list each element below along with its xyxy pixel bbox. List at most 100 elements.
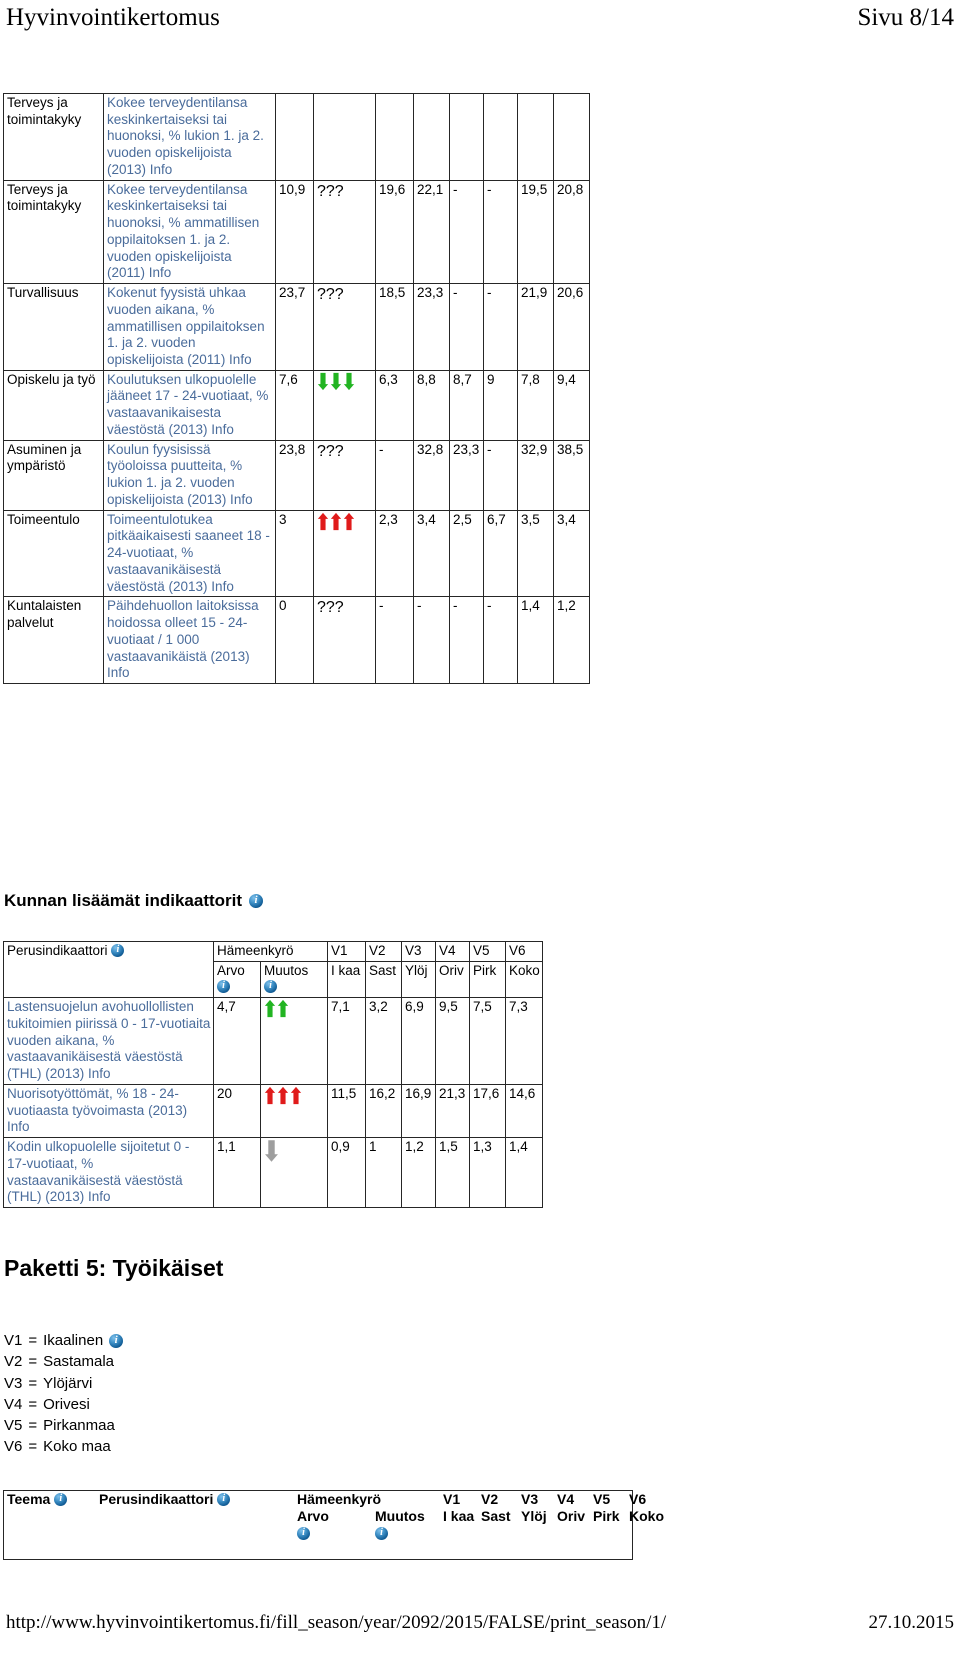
cell-v3: 2,5 — [449, 509, 484, 598]
cell-arvo: 10,9 — [275, 179, 314, 285]
cell-muutos: ??? — [313, 439, 376, 511]
cell-v3: - — [449, 179, 484, 285]
cell-arvo — [275, 93, 314, 181]
cell-v1: 0,9 — [327, 1137, 366, 1209]
legend-item: V2 = Sastamala — [4, 1351, 123, 1372]
cell-teema: Asuminen ja ympäristö — [3, 439, 104, 511]
cell-v4: - — [483, 439, 518, 511]
info-icon[interactable] — [264, 979, 277, 994]
table-row: Turvallisuus Kokenut fyysistä uhkaa vuod… — [3, 283, 590, 371]
header-v4-code: V4 — [435, 941, 470, 962]
cell-indikaattori[interactable]: Nuorisotyöttömät, % 18 - 24-vuotiaasta t… — [3, 1083, 214, 1139]
info-icon[interactable] — [217, 979, 230, 994]
cell-indikaattori[interactable]: Kokee terveydentilansa keskinkertaiseksi… — [103, 179, 276, 285]
cell-v6: 7,3 — [505, 997, 543, 1085]
cell-arvo: 7,6 — [275, 369, 314, 441]
header-perusindikaattori-label: Perusindikaattori — [99, 1491, 214, 1507]
cell-v5: 19,5 — [517, 179, 554, 285]
cell-v2: 16,2 — [365, 1083, 402, 1139]
header-muutos-label: Muutos — [375, 1507, 425, 1524]
cell-teema: Toimeentulo — [3, 509, 104, 598]
info-icon[interactable] — [111, 943, 125, 957]
info-icon[interactable] — [109, 1333, 124, 1348]
cell-v5: 17,6 — [469, 1083, 506, 1139]
indicator-table-1-wrap: Terveys ja toimintakyky Kokee terveydent… — [3, 93, 590, 684]
table-row: Kodin ulkopuolelle sijoitetut 0 - 17-vuo… — [3, 1137, 543, 1209]
header-v4-name: Oriv — [435, 960, 470, 999]
info-icon[interactable] — [249, 893, 264, 908]
footer-url: http://www.hyvinvointikertomus.fi/fill_s… — [6, 1612, 667, 1633]
info-icon[interactable] — [217, 1492, 231, 1506]
table-row: Terveys ja toimintakyky Kokee terveydent… — [3, 179, 590, 285]
legend-code: V2 — [4, 1353, 23, 1371]
legend-item: V3 = Ylöjärvi — [4, 1373, 123, 1394]
indicator-table-1-body: Terveys ja toimintakyky Kokee terveydent… — [3, 93, 590, 684]
header-teema: Teema — [4, 1491, 96, 1541]
cell-teema: Turvallisuus — [3, 283, 104, 371]
cell-v6: 9,4 — [553, 369, 590, 441]
cell-indikaattori[interactable]: Koulun fyysisissä työoloissa puutteita, … — [103, 439, 276, 511]
header-municipality: Hämeenkyrö — [297, 1491, 382, 1507]
info-icon[interactable] — [375, 1526, 388, 1540]
cell-v5: 7,8 — [517, 369, 554, 441]
cell-indikaattori[interactable]: Lastensuojelun avohuollollisten tukitoim… — [3, 997, 214, 1085]
header-perusindikaattori: Perusindikaattori — [3, 940, 214, 999]
cell-v5: 3,5 — [517, 509, 554, 598]
info-icon[interactable] — [297, 1526, 310, 1540]
header-v6-code: V6 — [629, 1491, 647, 1507]
cell-indikaattori[interactable]: Kokee terveydentilansa keskinkertaiseksi… — [103, 93, 276, 181]
cell-v6: 38,5 — [553, 439, 590, 511]
running-head: Hyvinvointikertomus Sivu 8/14 — [0, 4, 960, 32]
header-muutos: Muutos — [260, 960, 328, 999]
cell-v2: 1 — [365, 1137, 402, 1209]
header-arvo-label: Arvo — [217, 962, 245, 978]
cell-v1: 19,6 — [375, 179, 414, 285]
legend-equals: = — [28, 1438, 38, 1456]
header-v2-name: Sast — [365, 960, 402, 999]
cell-muutos — [313, 509, 376, 598]
trend-arrows-down-gray — [264, 1139, 279, 1163]
cell-v4: - — [483, 283, 518, 371]
table-header-row-top: Perusindikaattori Hämeenkyrö V1 V2 V3 V4… — [3, 940, 543, 999]
info-icon[interactable] — [54, 1492, 68, 1506]
legend-name: Pirkanmaa — [43, 1417, 115, 1435]
indicator-table-3: Teema Perusindikaattori Hämeenkyrö V1 V2… — [4, 1491, 664, 1541]
legend-equals: = — [28, 1332, 38, 1349]
header-v1-code: V1 — [327, 941, 366, 962]
cell-teema: Opiskelu ja työ — [3, 369, 104, 441]
legend-name: Ikaalinen — [43, 1332, 104, 1349]
cell-teema: Kuntalaisten palvelut — [3, 596, 104, 684]
indicator-table-1: Terveys ja toimintakyky Kokee terveydent… — [3, 93, 590, 684]
cell-indikaattori[interactable]: Kokenut fyysistä uhkaa vuoden aikana, % … — [103, 283, 276, 371]
cell-indikaattori[interactable]: Koulutuksen ulkopuolelle jääneet 17 - 24… — [103, 369, 276, 441]
cell-muutos: ??? — [313, 179, 376, 285]
cell-indikaattori[interactable]: Toimeentulotukea pitkäaikaisesti saaneet… — [103, 509, 276, 598]
section-title-text: Kunnan lisäämät indikaattorit — [4, 891, 243, 910]
cell-indikaattori[interactable]: Kodin ulkopuolelle sijoitetut 0 - 17-vuo… — [3, 1137, 214, 1209]
cell-muutos — [313, 93, 376, 181]
legend-code: V3 — [4, 1374, 23, 1392]
page-number: Sivu 8/14 — [857, 4, 954, 31]
cell-indikaattori[interactable]: Päihdehuollon laitoksissa hoidossa ollee… — [103, 596, 276, 684]
table-row: Kuntalaisten palvelut Päihdehuollon lait… — [3, 596, 590, 684]
cell-muutos — [260, 997, 328, 1085]
cell-v2: 3,2 — [365, 997, 402, 1085]
header-v3-name: Ylöj — [401, 960, 436, 999]
cell-v2 — [413, 93, 450, 181]
legend-name: Ylöjärvi — [43, 1374, 93, 1392]
header-v3-code: V3 — [401, 941, 436, 962]
cell-v4: 9 — [483, 369, 518, 441]
cell-v3: 6,9 — [401, 997, 436, 1085]
cell-v1: 6,3 — [375, 369, 414, 441]
header-arvo: Arvo — [213, 960, 261, 999]
cell-arvo: 23,7 — [275, 283, 314, 371]
legend-equals: = — [28, 1395, 38, 1413]
legend-equals: = — [28, 1353, 38, 1371]
indicator-table-3-head: Teema Perusindikaattori Hämeenkyrö V1 V2… — [4, 1491, 664, 1541]
cell-v1: - — [375, 439, 414, 511]
cell-v6: 3,4 — [553, 509, 590, 598]
cell-v3 — [449, 93, 484, 181]
cell-v3: 8,7 — [449, 369, 484, 441]
cell-teema: Terveys ja toimintakyky — [3, 179, 104, 285]
cell-arvo: 4,7 — [213, 997, 261, 1085]
